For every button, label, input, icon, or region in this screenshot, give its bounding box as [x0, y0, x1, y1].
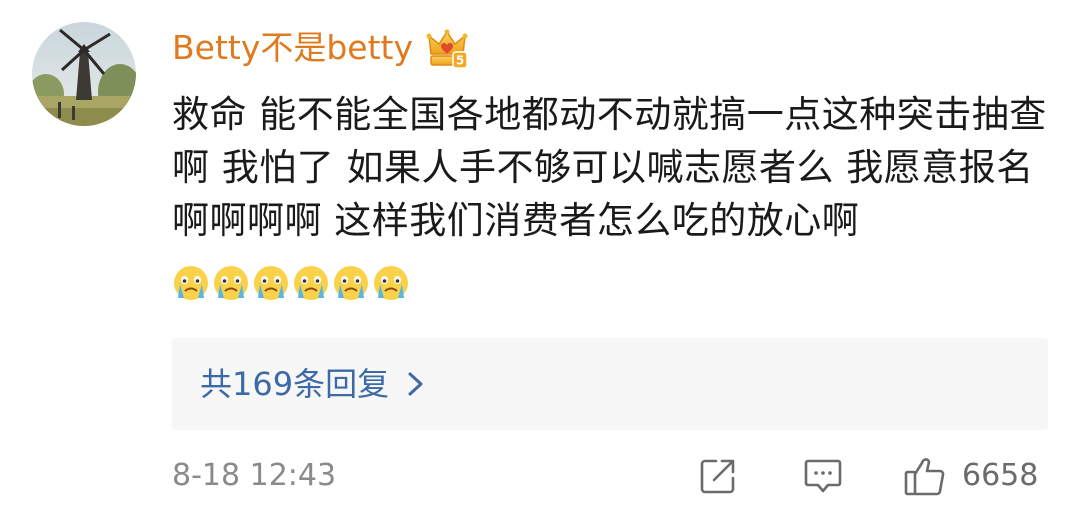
- thumbs-up-icon[interactable]: [902, 453, 948, 499]
- crying-face-emoji-icon: [332, 263, 370, 301]
- vip-crown-badge-icon[interactable]: 5: [425, 26, 469, 70]
- comment-timestamp: 8-18 12:43: [172, 458, 337, 493]
- avatar[interactable]: [32, 22, 136, 126]
- windmill-avatar-icon: [32, 22, 136, 126]
- emoji-row: [172, 253, 412, 306]
- crying-face-emoji-icon: [372, 263, 410, 301]
- share-button[interactable]: [698, 452, 738, 500]
- username[interactable]: Betty不是betty 5: [172, 26, 469, 70]
- share-icon[interactable]: [698, 456, 738, 496]
- like-count: 6658: [962, 458, 1039, 493]
- crying-face-emoji-icon: [172, 263, 210, 301]
- replies-panel[interactable]: 共169条回复: [172, 338, 1048, 430]
- svg-text:5: 5: [456, 54, 464, 68]
- comment-text: 救命 能不能全国各地都动不动就搞一点这种突击抽查啊 我怕了 如果人手不够可以喊志…: [172, 93, 1047, 242]
- comment-body: 救命 能不能全国各地都动不动就搞一点这种突击抽查啊 我怕了 如果人手不够可以喊志…: [172, 88, 1052, 306]
- crying-face-emoji-icon: [252, 263, 290, 301]
- reply-button[interactable]: [802, 452, 844, 500]
- comment-icon[interactable]: [802, 455, 844, 497]
- crying-face-emoji-icon: [292, 263, 330, 301]
- like-button[interactable]: 6658: [902, 452, 1038, 500]
- comment-card: Betty不是betty 5 救命 能不能全国各地都动不动就搞一点这种突击抽查啊…: [0, 0, 1080, 526]
- chevron-right-icon[interactable]: [407, 370, 425, 398]
- replies-count-label[interactable]: 共169条回复: [200, 362, 389, 406]
- view-replies-link[interactable]: 共169条回复: [200, 362, 425, 406]
- crying-face-emoji-icon: [212, 263, 250, 301]
- username-text[interactable]: Betty不是betty: [172, 26, 413, 70]
